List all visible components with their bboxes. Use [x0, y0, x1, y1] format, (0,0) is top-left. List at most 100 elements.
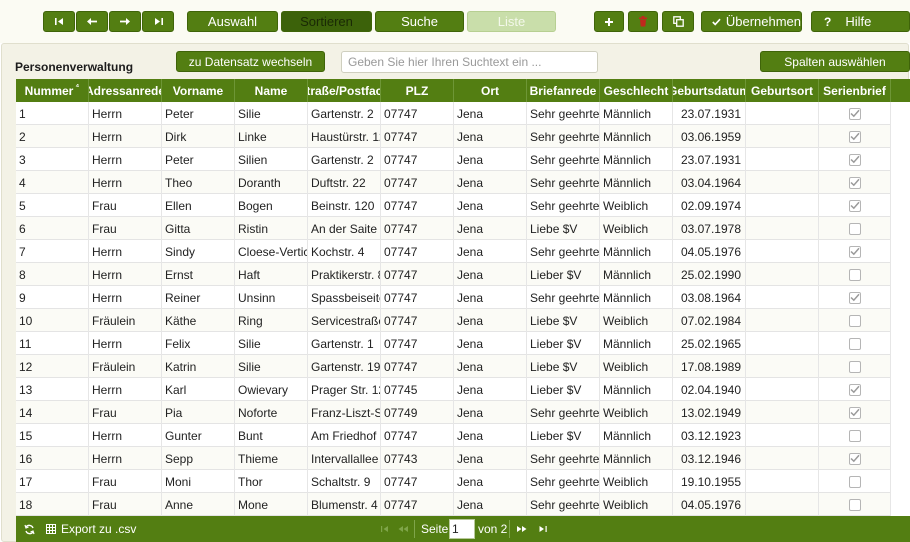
- table-row[interactable]: 18 Frau Anne Mone Blumenstr. 4 07747 Jena Sehr …: [16, 493, 891, 516]
- column-header-name[interactable]: Name: [235, 79, 308, 102]
- table-row[interactable]: 3 Herrn Peter Silien Gartenstr. 2 07747 Jena Se…: [16, 148, 891, 171]
- serienbrief-checkbox[interactable]: [848, 268, 861, 281]
- serienbrief-cell: [819, 125, 891, 148]
- first-record-button[interactable]: [43, 11, 75, 32]
- serienbrief-checkbox[interactable]: [848, 383, 861, 396]
- cell-strasse-postfach: Beinstr. 120: [308, 194, 381, 217]
- column-header-vorname[interactable]: Vorname: [162, 79, 235, 102]
- column-header-geschlecht[interactable]: Geschlecht: [600, 79, 673, 102]
- serienbrief-checkbox[interactable]: [848, 498, 861, 511]
- cell-geschlecht: Männlich: [600, 171, 673, 194]
- table-row[interactable]: 2 Herrn Dirk Linke Haustürstr. 12 07747 Jena Se…: [16, 125, 891, 148]
- table-row[interactable]: 8 Herrn Ernst Haft Praktikerstr. 8 07747 Jena L…: [16, 263, 891, 286]
- column-header-plz[interactable]: PLZ: [381, 79, 454, 102]
- column-header-geburtsort[interactable]: Geburtsort: [746, 79, 819, 102]
- cell-briefanrede: Sehr geehrter: [527, 171, 600, 194]
- delete-record-button[interactable]: [628, 11, 658, 32]
- serienbrief-checkbox[interactable]: [848, 314, 861, 327]
- cell-name: Noforte: [235, 401, 308, 424]
- help-button[interactable]: ? Hilfe: [811, 11, 910, 32]
- serienbrief-checkbox[interactable]: [848, 406, 861, 419]
- table-row[interactable]: 7 Herrn Sindy Cloese-Vertick Kochstr. 4 07747…: [16, 240, 891, 263]
- cell-plz: 07747: [381, 217, 454, 240]
- mode-sortieren-button[interactable]: Sortieren: [281, 11, 372, 32]
- serienbrief-checkbox[interactable]: [848, 176, 861, 189]
- apply-button[interactable]: Übernehmen: [701, 11, 802, 32]
- column-header-strasse-postfach[interactable]: Straße/Postfach: [308, 79, 381, 102]
- checkmark-icon: [849, 201, 860, 210]
- first-page-button[interactable]: [380, 516, 390, 542]
- serienbrief-checkbox[interactable]: [848, 107, 861, 120]
- serienbrief-checkbox[interactable]: [848, 130, 861, 143]
- column-header-geburtsdatum[interactable]: Geburtsdatum: [673, 79, 746, 102]
- mode-liste-button[interactable]: Liste: [467, 11, 556, 32]
- cell-nummer: 3: [16, 148, 89, 171]
- cell-plz: 07747: [381, 493, 454, 516]
- search-input[interactable]: [341, 51, 598, 73]
- table-row[interactable]: 12 Fräulein Katrin Silie Gartenstr. 19 07747 J…: [16, 355, 891, 378]
- serienbrief-checkbox[interactable]: [848, 475, 861, 488]
- cell-briefanrede: Liebe $V: [527, 217, 600, 240]
- checkmark-icon: [712, 18, 721, 26]
- table-row[interactable]: 17 Frau Moni Thor Schaltstr. 9 07747 Jena Sehr …: [16, 470, 891, 493]
- refresh-button[interactable]: [24, 516, 35, 542]
- cell-geburtsort: [746, 217, 819, 240]
- previous-page-button[interactable]: [397, 516, 409, 542]
- cell-briefanrede: Sehr geehrte: [527, 194, 600, 217]
- serienbrief-checkbox[interactable]: [848, 199, 861, 212]
- cell-strasse-postfach: Gartenstr. 2: [308, 148, 381, 171]
- column-header-briefanrede[interactable]: Briefanrede: [527, 79, 600, 102]
- cell-name: Silie: [235, 102, 308, 125]
- mode-auswahl-button[interactable]: Auswahl: [187, 11, 278, 32]
- table-row[interactable]: 6 Frau Gitta Ristin An der Saite 7 07747 Jena L…: [16, 217, 891, 240]
- previous-record-button[interactable]: [76, 11, 108, 32]
- cell-name: Doranth: [235, 171, 308, 194]
- cell-geschlecht: Männlich: [600, 378, 673, 401]
- goto-record-button[interactable]: zu Datensatz wechseln: [176, 51, 325, 72]
- serienbrief-checkbox[interactable]: [848, 429, 861, 442]
- serienbrief-cell: [819, 194, 891, 217]
- serienbrief-checkbox[interactable]: [848, 153, 861, 166]
- table-row[interactable]: 14FrauPiaNoforteFranz-Liszt-Str07749Jena…: [16, 401, 891, 424]
- add-record-button[interactable]: [594, 11, 624, 32]
- table-row[interactable]: 10 Fräulein Käthe Ring Servicestraße 07747 Jen…: [16, 309, 891, 332]
- last-record-button[interactable]: [142, 11, 174, 32]
- serienbrief-checkbox[interactable]: [848, 337, 861, 350]
- table-row[interactable]: 4 Herrn Theo Doranth Duftstr. 22 07747 Jena Seh…: [16, 171, 891, 194]
- cell-geschlecht: Männlich: [600, 148, 673, 171]
- next-record-button[interactable]: [109, 11, 141, 32]
- next-page-button[interactable]: [516, 516, 528, 542]
- mode-suche-button[interactable]: Suche: [375, 11, 464, 32]
- serienbrief-checkbox[interactable]: [848, 245, 861, 258]
- column-header-serienbrief[interactable]: Serienbrief: [819, 79, 891, 102]
- column-header-ort[interactable]: Ort: [454, 79, 527, 102]
- last-page-button[interactable]: [538, 516, 548, 542]
- cell-adressanrede: Frau: [89, 470, 162, 493]
- column-header-adressanrede[interactable]: Adressanrede: [89, 79, 162, 102]
- cell-briefanrede: Lieber $V: [527, 263, 600, 286]
- serienbrief-cell: [819, 332, 891, 355]
- table-row[interactable]: 16 Herrn Sepp Thieme Intervallallee 1 07743 Je…: [16, 447, 891, 470]
- serienbrief-checkbox[interactable]: [848, 222, 861, 235]
- cell-name: Cloese-Vertick: [235, 240, 308, 263]
- column-header-nummer[interactable]: Nummer ⁴: [16, 79, 89, 102]
- page-number-input[interactable]: [449, 519, 475, 539]
- table-row[interactable]: 13 Herrn Karl Owievary Prager Str. 12 07745 Je…: [16, 378, 891, 401]
- serienbrief-checkbox[interactable]: [848, 452, 861, 465]
- serienbrief-checkbox[interactable]: [848, 360, 861, 373]
- export-csv-button[interactable]: Export zu .csv: [46, 516, 136, 542]
- cell-geburtsdatum: 25.02.1965: [673, 332, 746, 355]
- table-row[interactable]: 1 Herrn Peter Silie Gartenstr. 2 07747 Jena Seh…: [16, 102, 891, 125]
- table-row[interactable]: 11 Herrn Felix Silie Gartenstr. 1 07747 Jena Li…: [16, 332, 891, 355]
- cell-geburtsdatum: 03.12.1946: [673, 447, 746, 470]
- table-row[interactable]: 9 Herrn Reiner Unsinn Spassbeiseite 07747 Jena…: [16, 286, 891, 309]
- cell-adressanrede: Herrn: [89, 171, 162, 194]
- serienbrief-checkbox[interactable]: [848, 291, 861, 304]
- table-row[interactable]: 15 Herrn Gunter Bunt Am Friedhof 2 07747 Jena L…: [16, 424, 891, 447]
- cell-ort: Jena: [454, 493, 527, 516]
- select-columns-button[interactable]: Spalten auswählen: [760, 51, 910, 72]
- cell-strasse-postfach: Blumenstr. 4: [308, 493, 381, 516]
- table-row[interactable]: 5 Frau Ellen Bogen Beinstr. 120 07747 Jena Sehr…: [16, 194, 891, 217]
- copy-record-button[interactable]: [662, 11, 694, 32]
- panel-title: Personenverwaltung: [15, 60, 134, 74]
